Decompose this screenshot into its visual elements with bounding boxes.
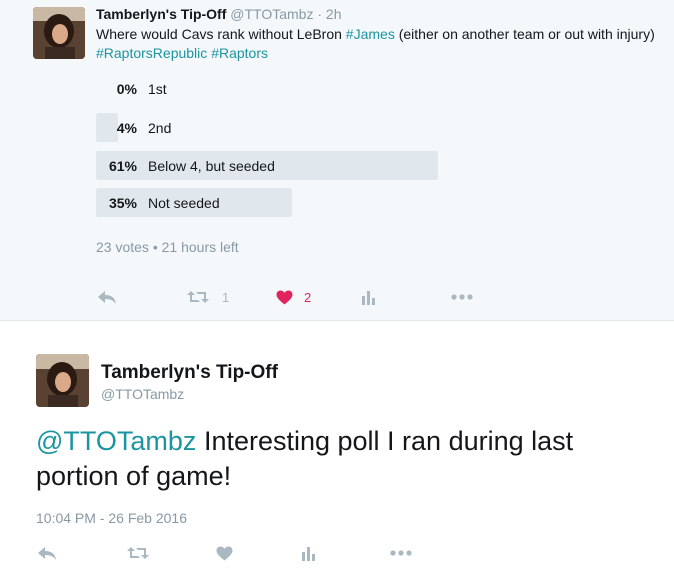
avatar-image (33, 7, 85, 59)
reply-button[interactable] (96, 284, 118, 310)
more-button[interactable] (390, 540, 412, 566)
poll-percent: 4% (116, 120, 137, 136)
hashtag-link[interactable]: #James (346, 26, 395, 42)
heart-icon (276, 290, 293, 304)
poll-label: 2nd (148, 120, 172, 136)
analytics-icon (302, 547, 315, 561)
analytics-icon (362, 291, 375, 305)
retweet-button[interactable]: 1 (186, 284, 229, 310)
like-button[interactable]: 2 (276, 284, 311, 310)
tweet-timestamp[interactable]: 10:04 PM - 26 Feb 2016 (36, 510, 187, 526)
tweet-header: Tamberlyn's Tip-Off @TTOTambz · 2h (96, 6, 342, 22)
author-name[interactable]: Tamberlyn's Tip-Off (96, 6, 226, 22)
tweet-text-prefix: Where would Cavs rank without LeBron (96, 26, 346, 42)
tweet-text: Where would Cavs rank without LeBron #Ja… (96, 25, 656, 63)
poll-percent: 61% (108, 158, 137, 174)
tweet-text-middle: (either on another team or out with inju… (394, 26, 655, 42)
hashtag-link[interactable]: #RaptorsRepublic (96, 45, 207, 61)
analytics-button[interactable] (302, 540, 316, 566)
author-handle[interactable]: @TTOTambz (230, 6, 313, 22)
hashtag-link[interactable]: #Raptors (211, 45, 268, 61)
reply-icon (38, 547, 56, 560)
separator: · (317, 6, 323, 22)
avatar[interactable] (33, 7, 85, 59)
mention-link[interactable]: @TTOTambz (36, 426, 196, 456)
analytics-button[interactable] (362, 284, 376, 310)
poll-label: 1st (148, 81, 167, 97)
like-button[interactable] (216, 540, 233, 566)
poll-time-left: 21 hours left (161, 239, 239, 255)
heart-icon (216, 546, 233, 560)
tweet-actions (0, 540, 674, 566)
avatar[interactable] (36, 354, 89, 407)
author-name[interactable]: Tamberlyn's Tip-Off (101, 362, 278, 384)
retweet-icon (127, 547, 149, 559)
poll-label: Not seeded (148, 195, 220, 211)
poll-votes: 23 votes (96, 239, 149, 255)
reply-icon (98, 291, 116, 304)
tweet-text: @TTOTambz Interesting poll I ran during … (36, 424, 656, 494)
reply-button[interactable] (36, 540, 58, 566)
tweet-actions: 1 2 (0, 284, 674, 310)
author-handle[interactable]: @TTOTambz (101, 386, 184, 402)
poll-meta-bullet: • (152, 239, 158, 255)
retweet-button[interactable] (126, 540, 150, 566)
more-icon (451, 294, 473, 300)
timestamp[interactable]: 2h (326, 6, 342, 22)
poll-percent: 35% (108, 195, 137, 211)
avatar-image (36, 354, 89, 407)
poll-percent: 0% (116, 81, 137, 97)
more-button[interactable] (451, 284, 473, 310)
poll-label: Below 4, but seeded (148, 158, 275, 174)
poll-meta: 23 votes • 21 hours left (96, 239, 239, 255)
quoted-tweet[interactable]: Tamberlyn's Tip-Off @TTOTambz · 2h Where… (0, 0, 674, 321)
more-icon (390, 550, 412, 556)
like-count: 2 (304, 289, 312, 305)
retweet-count: 1 (222, 289, 230, 305)
retweet-icon (187, 291, 209, 303)
